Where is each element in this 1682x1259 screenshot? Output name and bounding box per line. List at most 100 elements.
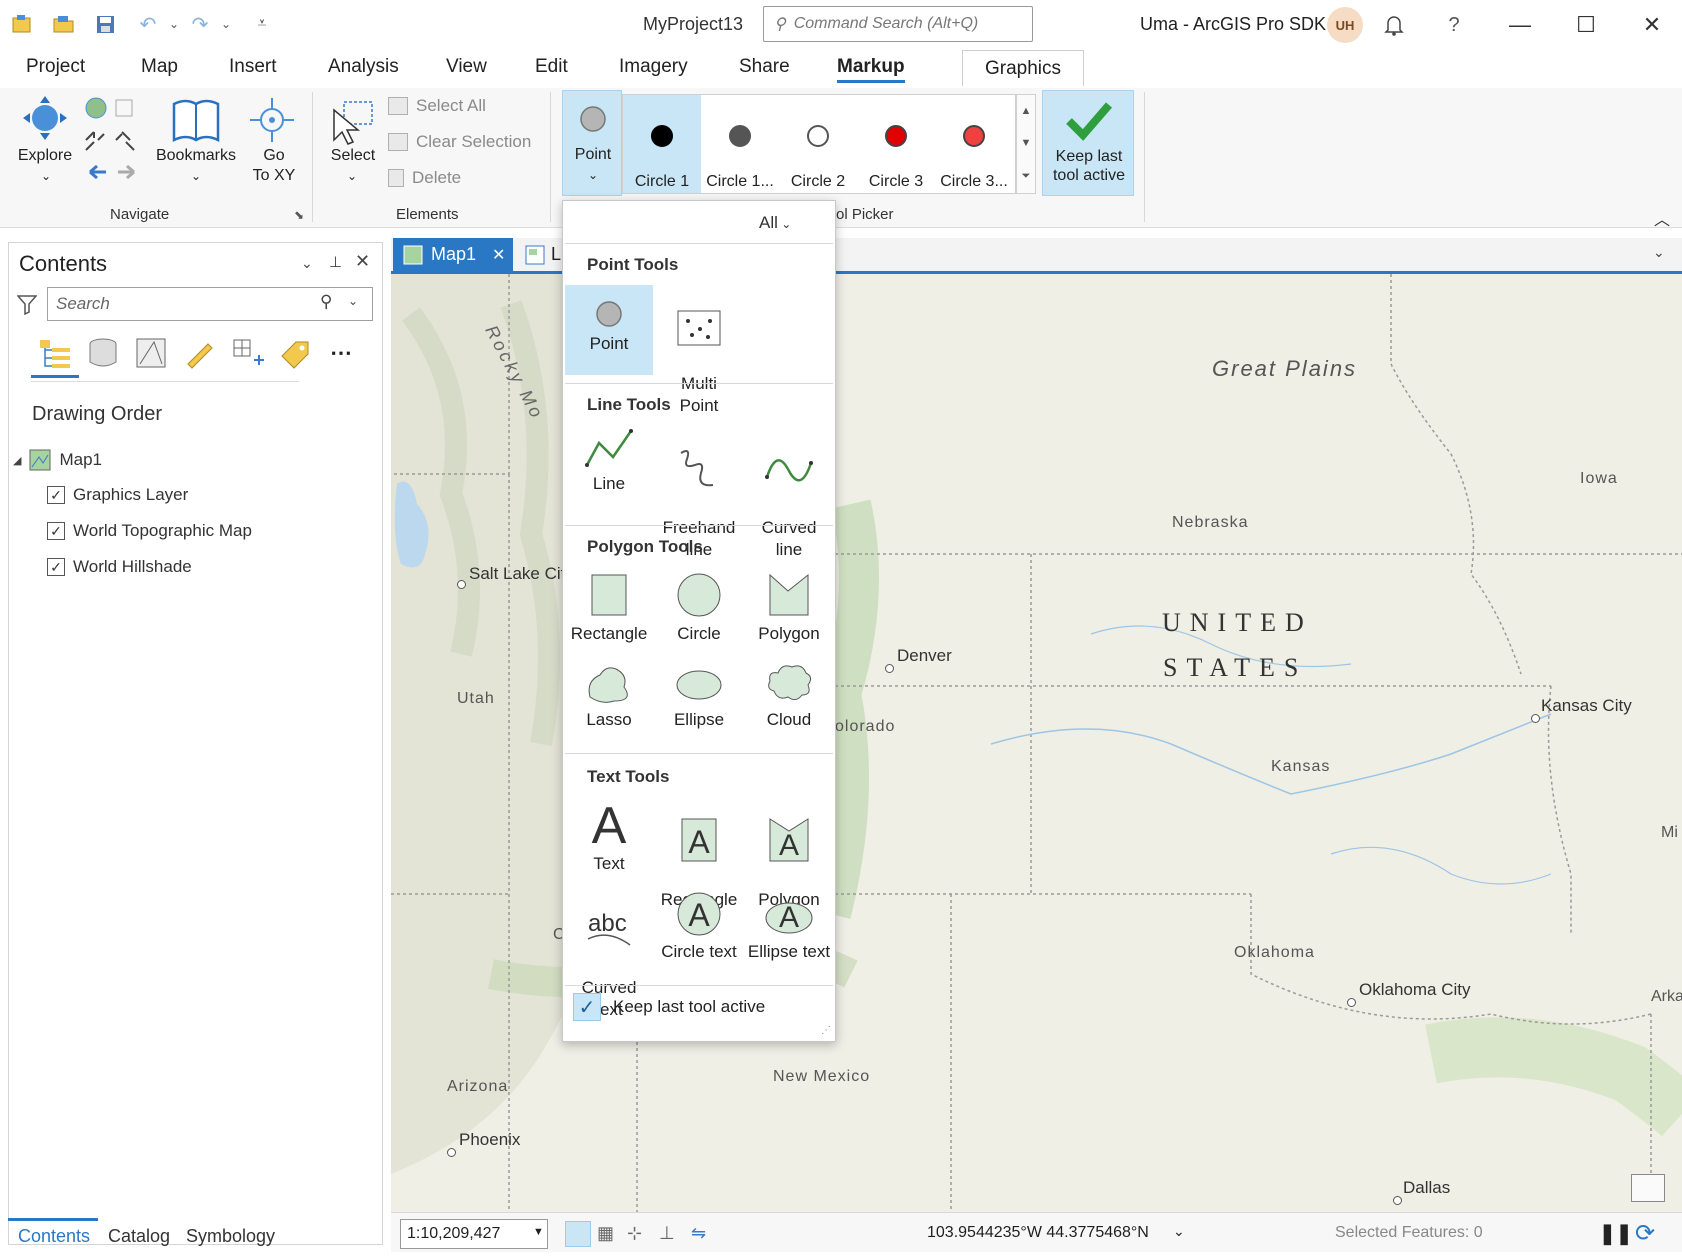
correction-icon[interactable]: ⊥ xyxy=(659,1223,675,1244)
select-dropdown-icon[interactable]: ⌄ xyxy=(342,166,362,186)
bookmarks-icon[interactable] xyxy=(168,92,224,148)
list-by-source-icon[interactable] xyxy=(85,335,121,371)
grid-icon[interactable]: ▦ xyxy=(597,1223,614,1244)
delete-button[interactable]: Delete xyxy=(388,168,461,188)
list-by-editing-icon[interactable] xyxy=(181,335,217,371)
map-tree-row[interactable]: ◢ Map1 xyxy=(13,449,102,471)
line-tool[interactable]: Line xyxy=(565,425,653,495)
close-pane-icon[interactable]: ✕ xyxy=(355,251,370,272)
select-icon[interactable] xyxy=(328,96,378,146)
tab-layout[interactable]: L xyxy=(525,244,561,265)
lasso-tool[interactable]: Lasso xyxy=(565,661,653,731)
notifications-bell-icon[interactable] xyxy=(1374,8,1414,42)
ellipse-tool[interactable]: Ellipse xyxy=(655,661,743,731)
snapping-icon[interactable] xyxy=(565,1221,591,1247)
customize-toolbar-icon[interactable]: ⩡ xyxy=(248,10,276,38)
undo-icon[interactable]: ↶ xyxy=(134,10,162,38)
pause-icon[interactable]: ❚❚ xyxy=(1599,1221,1633,1246)
gallery-item-circle[interactable]: Circle 3... xyxy=(935,95,1013,193)
redo-dropdown-icon[interactable]: ⌄ xyxy=(212,10,240,38)
new-project-icon[interactable] xyxy=(8,10,36,38)
curved-line-tool[interactable]: Curved line xyxy=(745,425,833,561)
tab-edit[interactable]: Edit xyxy=(535,56,568,78)
navigation-tools-icon[interactable] xyxy=(82,94,142,180)
selected-features-count[interactable]: Selected Features: 0 xyxy=(1335,1224,1483,1242)
polygon-tool[interactable]: Polygon xyxy=(745,571,833,645)
scale-dropdown-icon[interactable]: ▼ xyxy=(533,1226,544,1238)
select-all-button[interactable]: Select All xyxy=(388,96,486,116)
command-search-input[interactable]: ⚲ Command Search (Alt+Q) xyxy=(763,6,1033,42)
tab-map1[interactable]: Map1 ✕ xyxy=(393,238,513,271)
point-tool[interactable]: Point xyxy=(565,285,653,375)
save-project-icon[interactable] xyxy=(92,10,120,38)
keep-last-tool-label[interactable]: Keep last tool active xyxy=(613,997,765,1017)
maximize-button[interactable]: ☐ xyxy=(1566,8,1606,42)
tab-contents[interactable]: Contents xyxy=(18,1226,90,1247)
explore-dropdown-icon[interactable]: ⌄ xyxy=(36,166,56,186)
gallery-item-circle[interactable]: Circle 2 xyxy=(779,95,857,193)
list-by-drawing-order-icon[interactable] xyxy=(37,335,73,371)
search-options-icon[interactable]: ⌄ xyxy=(348,294,358,308)
gallery-scroll[interactable]: ▲ ▼ ⏷ xyxy=(1016,94,1036,194)
layer-row[interactable]: ✓ Graphics Layer xyxy=(47,485,188,505)
navigate-launcher-icon[interactable]: ⬊ xyxy=(294,208,304,222)
cloud-tool[interactable]: Cloud xyxy=(745,661,833,731)
list-by-labeling-icon[interactable] xyxy=(277,335,313,371)
multipoint-tool[interactable]: Multi Point xyxy=(655,287,743,415)
search-icon[interactable]: ⚲ xyxy=(320,292,332,312)
gallery-item-circle[interactable]: Circle 3 xyxy=(857,95,935,193)
layer-row[interactable]: ✓ World Topographic Map xyxy=(47,521,252,541)
tab-map[interactable]: Map xyxy=(141,56,178,78)
gallery-down-icon[interactable]: ▼ xyxy=(1021,137,1032,149)
tab-symbology[interactable]: Symbology xyxy=(186,1226,275,1247)
tolerance-icon[interactable]: ⇋ xyxy=(691,1223,706,1244)
go-to-xy-label[interactable]: Go To XY xyxy=(244,146,304,186)
constraints-icon[interactable]: ⊹ xyxy=(627,1223,642,1244)
contents-search-input[interactable]: Search ⚲ ⌄ xyxy=(47,287,373,321)
tab-view[interactable]: View xyxy=(446,56,487,78)
bookmarks-dropdown-icon[interactable]: ⌄ xyxy=(186,166,206,186)
scale-selector[interactable]: 1:10,209,427 ▼ xyxy=(400,1219,548,1249)
list-by-selection-icon[interactable] xyxy=(133,335,169,371)
list-by-snapping-icon[interactable] xyxy=(229,335,265,371)
tab-imagery[interactable]: Imagery xyxy=(619,56,688,78)
tab-catalog[interactable]: Catalog xyxy=(108,1226,170,1247)
coordinate-format-icon[interactable]: ⌄ xyxy=(1173,1223,1185,1240)
layer-visibility-checkbox[interactable]: ✓ xyxy=(47,486,65,504)
help-button[interactable]: ? xyxy=(1434,8,1474,42)
close-tab-icon[interactable]: ✕ xyxy=(492,245,505,265)
tool-filter-dropdown[interactable]: All ⌄ xyxy=(759,213,791,233)
explore-label[interactable]: Explore xyxy=(12,146,78,166)
collapse-ribbon-icon[interactable]: ︿ xyxy=(1654,206,1670,230)
more-options-icon[interactable]: ⋯ xyxy=(323,335,359,371)
tab-markup[interactable]: Markup xyxy=(837,56,905,83)
bookmarks-label[interactable]: Bookmarks xyxy=(150,146,242,166)
keep-last-tool-active-button[interactable]: Keep last tool active xyxy=(1042,90,1134,196)
close-button[interactable]: ✕ xyxy=(1632,8,1672,42)
tab-share[interactable]: Share xyxy=(739,56,790,78)
keep-last-tool-checkbox[interactable]: ✓ xyxy=(573,993,601,1021)
tab-analysis[interactable]: Analysis xyxy=(328,56,399,78)
explore-icon[interactable] xyxy=(18,92,72,148)
gallery-item-circle[interactable]: Circle 1... xyxy=(701,95,779,193)
clear-selection-button[interactable]: Clear Selection xyxy=(388,132,531,152)
open-project-icon[interactable] xyxy=(50,10,78,38)
gallery-up-icon[interactable]: ▲ xyxy=(1021,105,1032,117)
collapse-arrow-icon[interactable]: ◢ xyxy=(13,454,21,467)
rectangle-tool[interactable]: Rectangle xyxy=(565,571,653,645)
gallery-expand-icon[interactable]: ⏷ xyxy=(1022,170,1031,183)
layer-row[interactable]: ✓ World Hillshade xyxy=(47,557,192,577)
filter-icon[interactable] xyxy=(16,293,38,320)
attribution-icon[interactable] xyxy=(1631,1174,1665,1202)
pane-options-icon[interactable]: ⌄ xyxy=(301,255,313,272)
tab-insert[interactable]: Insert xyxy=(229,56,277,78)
tab-graphics[interactable]: Graphics xyxy=(962,50,1084,86)
circle-tool[interactable]: Circle xyxy=(655,571,743,645)
pin-icon[interactable]: ⊥ xyxy=(329,253,342,271)
redo-icon[interactable]: ↷ xyxy=(186,10,214,38)
select-label[interactable]: Select xyxy=(322,146,384,166)
go-to-xy-icon[interactable] xyxy=(248,94,296,144)
layer-visibility-checkbox[interactable]: ✓ xyxy=(47,558,65,576)
tab-project[interactable]: Project xyxy=(26,56,85,78)
avatar[interactable]: UH xyxy=(1327,7,1363,43)
